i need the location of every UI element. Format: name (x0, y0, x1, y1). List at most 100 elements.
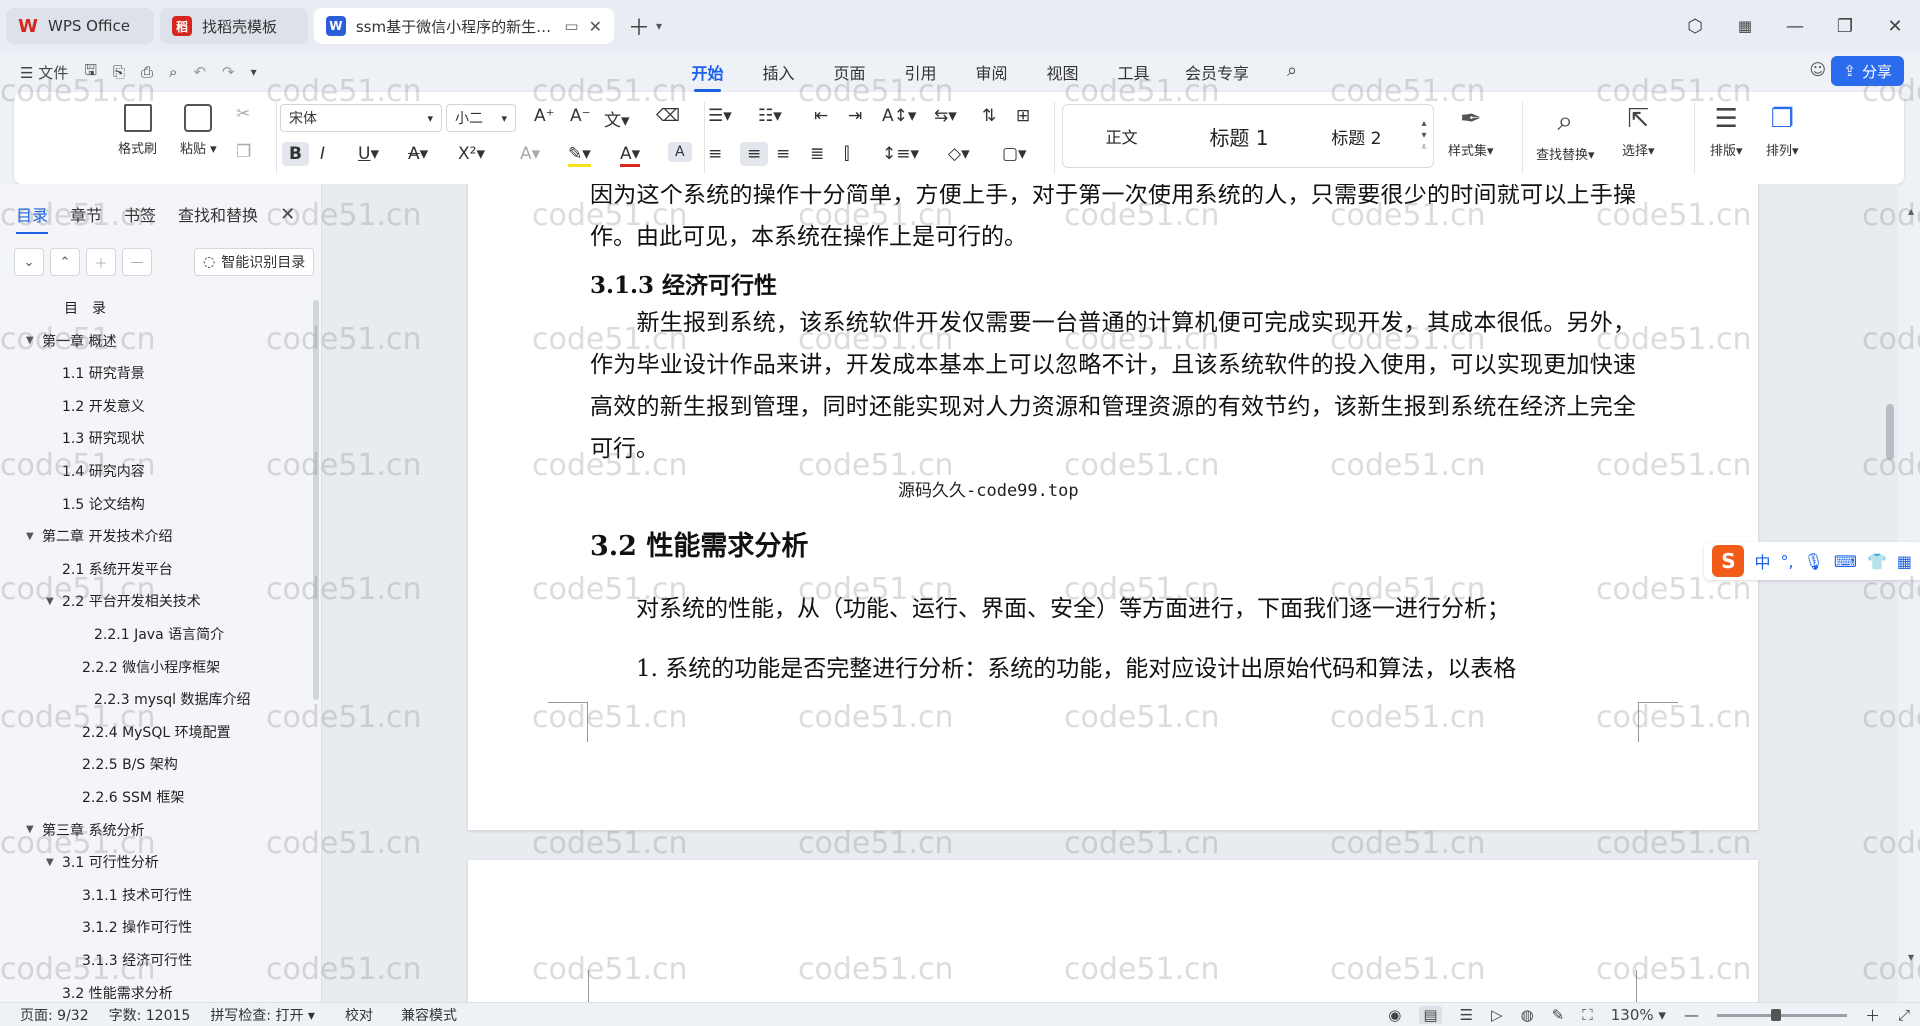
minimize-icon[interactable]: — (1770, 16, 1820, 37)
redo-icon[interactable]: ↷ (222, 63, 235, 81)
save-icon[interactable]: 🖫 (84, 60, 97, 85)
collapse-all-icon[interactable]: ⌄ (14, 248, 44, 276)
align-left-icon[interactable]: ≡ (708, 144, 722, 164)
select-button[interactable]: ⇱ 选择▾ (1622, 104, 1655, 159)
remove-heading-icon[interactable]: — (122, 248, 152, 276)
paste-button[interactable]: 粘贴 ▾ (180, 104, 217, 157)
zoom-slider-knob[interactable] (1770, 1008, 1781, 1021)
microphone-icon[interactable]: 🎙 (1804, 552, 1824, 571)
line-spacing-icon[interactable]: ↕≡▾ (882, 144, 919, 164)
scroll-down-icon[interactable]: ▾ (1908, 950, 1914, 964)
proofread-button[interactable]: 校对 (345, 1005, 373, 1025)
cube-icon[interactable]: ⬡ (1670, 16, 1720, 37)
toc-item[interactable]: ▼ 第一章 概述 (26, 329, 116, 353)
add-heading-icon[interactable]: ＋ (86, 248, 116, 276)
toc-item[interactable]: 2.2.3 mysql 数据库介绍 (78, 687, 251, 711)
expand-toggle-icon[interactable]: ▼ (46, 596, 62, 607)
style-normal[interactable]: 正文 (1063, 124, 1180, 148)
menu-view[interactable]: 视图 (1027, 60, 1098, 84)
undo-icon[interactable]: ↶ (193, 63, 206, 81)
toc-item[interactable]: 1.1 研究背景 (46, 361, 145, 385)
tab-find-replace[interactable]: 查找和替换 (178, 202, 258, 226)
pen-icon[interactable]: ✎ (1552, 1006, 1565, 1024)
toc-item[interactable]: 3.1.3 经济可行性 (66, 948, 192, 972)
play-icon[interactable]: ▷ (1491, 1006, 1503, 1024)
toolbox-icon[interactable]: ▦ (1897, 552, 1912, 571)
monitor-icon[interactable]: ▭ (564, 17, 578, 35)
toc-item[interactable]: 2.1 系统开发平台 (46, 557, 173, 581)
toc-item[interactable]: 2.2.1 Java 语言简介 (78, 622, 224, 646)
expand-toggle-icon[interactable]: ▼ (26, 824, 42, 835)
toc-item[interactable]: 1.2 开发意义 (46, 394, 145, 418)
zoom-in-icon[interactable]: ＋ (1865, 1005, 1880, 1026)
clear-format-icon[interactable]: ⌫ (656, 106, 680, 126)
expand-toggle-icon[interactable]: ▼ (26, 531, 42, 542)
expand-toggle-icon[interactable]: ▼ (46, 857, 62, 868)
find-replace-button[interactable]: ⌕ 查找替换▾ (1536, 104, 1595, 163)
menu-icon[interactable]: ☰ 文件 (20, 62, 68, 83)
menu-references[interactable]: 引用 (885, 60, 956, 84)
text-direction-icon[interactable]: A↕▾ (882, 106, 916, 126)
toc-item[interactable]: 3.1.1 技术可行性 (66, 883, 192, 907)
text-effect-icon[interactable]: A▾ (520, 144, 540, 164)
arrange-button[interactable]: ❐ 排列▾ (1766, 104, 1799, 159)
paragraph[interactable]: 新生报到系统，该系统软件开发仅需要一台普通的计算机便可完成实现开发，其成本很低。… (590, 302, 1636, 470)
print-preview-icon[interactable]: ⌕ (169, 63, 177, 81)
border-icon[interactable]: ▢▾ (1002, 144, 1027, 164)
show-marks-icon[interactable]: ⊞ (1016, 106, 1030, 126)
heading-3-1-3[interactable]: 3.1.3 经济可行性 (590, 266, 777, 300)
toc-item[interactable]: 1.3 研究现状 (46, 426, 145, 450)
web-view-icon[interactable]: ◍ (1521, 1006, 1534, 1024)
convert-icon[interactable]: ⇆▾ (934, 106, 957, 126)
toc-item[interactable]: ▼ 3.1 可行性分析 (46, 850, 159, 874)
toc-item[interactable]: 1.5 论文结构 (46, 492, 145, 516)
outline-view-icon[interactable]: ☰ (1460, 1006, 1473, 1024)
gallery-scroll-icon[interactable]: ▴ ▾ ⩡ (1415, 118, 1433, 154)
export-icon[interactable]: ⎘ (113, 63, 125, 81)
share-button[interactable]: ⇪ 分享 (1831, 56, 1904, 86)
shrink-font-icon[interactable]: A⁻ (570, 106, 591, 126)
chevron-down-icon[interactable]: ▾ (251, 65, 257, 79)
paragraph[interactable]: 对系统的性能，从（功能、运行、界面、安全）等方面进行，下面我们逐一进行分析； (590, 588, 1636, 630)
menu-home[interactable]: 开始 (672, 60, 743, 92)
increase-indent-icon[interactable]: ⇥ (848, 106, 862, 126)
numbered-list-icon[interactable]: ☷▾ (758, 106, 782, 126)
toc-item[interactable]: ▼ 第三章 系统分析 (26, 818, 144, 842)
menu-page[interactable]: 页面 (814, 60, 885, 84)
shading-icon[interactable]: ◇▾ (948, 144, 970, 164)
font-size-select[interactable]: 小二 ▾ (446, 104, 516, 132)
distributed-icon[interactable]: ⫿ (844, 144, 849, 164)
menu-insert[interactable]: 插入 (743, 60, 814, 84)
font-name-select[interactable]: 宋体 ▾ (280, 104, 442, 132)
punctuation-icon[interactable]: °, (1780, 552, 1793, 571)
restore-icon[interactable]: ❐ (1820, 16, 1870, 37)
toc-item[interactable]: 目 录 (48, 296, 106, 320)
keyboard-icon[interactable]: ⌨ (1834, 552, 1857, 571)
toc-item[interactable]: 3.1.2 操作可行性 (66, 915, 192, 939)
file-menu-label[interactable]: 文件 (38, 64, 68, 82)
toc-item[interactable]: 3.2 性能需求分析 (46, 981, 173, 1005)
expand-up-icon[interactable]: ⌃ (50, 248, 80, 276)
fullscreen-icon[interactable]: ⤢ (1898, 1006, 1910, 1024)
close-pane-icon[interactable]: ✕ (280, 204, 295, 225)
italic-button[interactable]: I (320, 144, 325, 164)
grow-font-icon[interactable]: A⁺ (534, 106, 555, 126)
menu-tools[interactable]: 工具 (1098, 60, 1169, 84)
toc-item[interactable]: ▼ 2.2 平台开发相关技术 (46, 589, 201, 613)
zoom-level[interactable]: 130% ▾ (1611, 1006, 1666, 1024)
zoom-out-icon[interactable]: — (1684, 1006, 1699, 1024)
spell-check-status[interactable]: 拼写检查: 打开 ▾ (210, 1005, 315, 1025)
highlight-icon[interactable]: ✎▾ (568, 144, 591, 167)
toc-item[interactable]: 1.4 研究内容 (46, 459, 145, 483)
style-heading-2[interactable]: 标题 2 (1298, 124, 1415, 149)
nav-scrollbar[interactable] (313, 300, 319, 700)
paragraph[interactable]: 1. 系统的功能是否完整进行分析：系统的功能，能对应设计出原始代码和算法，以表格 (590, 648, 1636, 690)
heading-3-2[interactable]: 3.2 性能需求分析 (590, 524, 808, 563)
menu-member[interactable]: 会员专享 (1169, 60, 1265, 84)
justify-icon[interactable]: ≣ (810, 144, 824, 164)
close-icon[interactable]: ✕ (1870, 16, 1920, 37)
skin-icon[interactable]: 👕 (1867, 552, 1887, 571)
toc-item[interactable]: 2.2.6 SSM 框架 (66, 785, 184, 809)
chevron-down-icon[interactable]: ▾ (656, 19, 662, 33)
bullet-list-icon[interactable]: ☰▾ (708, 106, 732, 126)
